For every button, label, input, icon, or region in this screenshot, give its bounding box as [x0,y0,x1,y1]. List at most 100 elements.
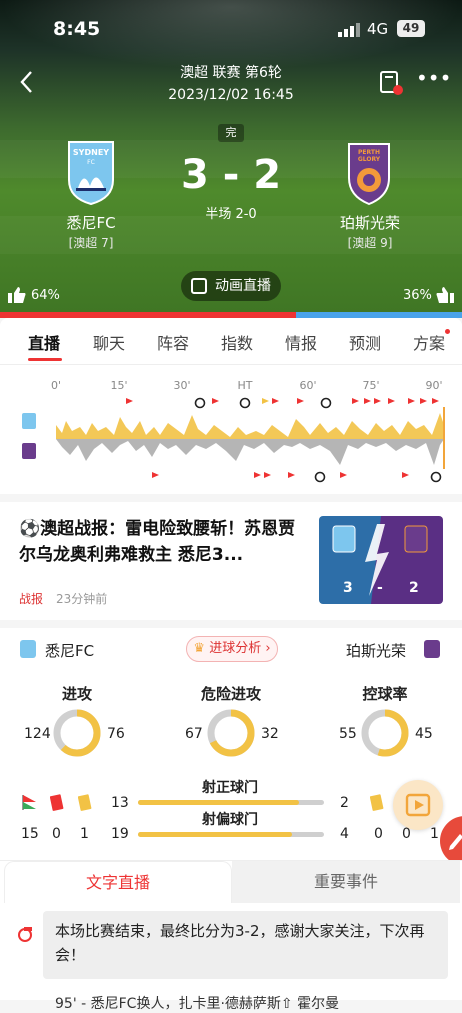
shots-on-bar-home [138,800,300,805]
home-team-rank: [澳超 7] [68,236,114,250]
tab-odds[interactable]: 指数 [221,330,253,354]
svg-text:PERTH: PERTH [358,149,380,156]
event-flag-icon[interactable] [340,472,347,478]
away-pressure-area [56,439,444,465]
event-flag-icon[interactable] [297,398,304,404]
play-video-icon [405,793,431,817]
yellow-card-away-icon [370,794,384,811]
ring-away-attack: 76 [107,726,125,742]
home-team-name[interactable]: 悉尼FC [31,212,151,233]
away-mini-crest-icon [22,443,36,459]
more-icon[interactable]: ••• [416,68,451,92]
timeline-tick-label: 30' [173,379,190,392]
svg-text:GLORY: GLORY [358,156,381,163]
goal-ball-icon[interactable] [314,471,326,483]
event-flag-icon[interactable] [402,472,409,478]
tab-prediction[interactable]: 预测 [349,330,381,354]
thumbs-up-icon[interactable] [7,286,27,304]
timeline-tick-label: 75' [362,379,379,392]
event-flag-icon[interactable] [364,398,371,404]
ring-away-possession: 45 [415,726,433,742]
event-flag-icon[interactable] [126,398,133,404]
tab-plans[interactable]: 方案 [413,330,445,354]
home-red-count: 0 [52,826,61,842]
goal-ball-icon[interactable] [430,471,442,483]
tab-bar: 直播 聊天 阵容 指数 情报 预测 方案 [0,318,462,364]
away-team-rank: [澳超 9] [347,236,393,250]
event-flag-icon[interactable] [152,472,159,478]
event-flag-icon[interactable] [288,472,295,478]
event-flag-icon[interactable] [388,398,395,404]
news-title[interactable]: ⚽澳超战报：雷电险致腰斩！苏恩贾尔乌龙奥利弗难救主 悉尼3... [19,516,309,568]
event-flag-icon[interactable] [272,398,279,404]
event-flag-icon[interactable] [352,398,359,404]
goal-ball-icon[interactable] [194,397,206,409]
tab-live[interactable]: 直播 [28,330,60,354]
tab-intel[interactable]: 情报 [285,330,317,354]
match-header: 8:45 4G 49 澳超 联赛 第6轮 2023/12/02 16:45 ••… [0,0,462,318]
status-time: 8:45 [53,18,101,40]
event-flag-icon[interactable] [374,398,381,404]
live-animation-button[interactable]: 动画直播 [181,271,281,301]
event-flag-icon[interactable] [420,398,427,404]
commentary-final-message: 本场比赛结束，最终比分为3-2，感谢大家关注，下次再会！ [43,911,448,979]
status-bar: 8:45 4G 49 [0,14,462,44]
match-score: 3 - 2 [180,152,282,198]
timeline-ticks: 0' 15' 30' HT 60' 75' 90' [51,379,443,392]
goal-ball-icon[interactable] [320,397,332,409]
ring-home-danger: 67 [185,726,203,742]
shots-off-away: 4 [340,826,349,842]
shots-off-bar-home [138,832,292,837]
tab-lineup[interactable]: 阵容 [157,330,189,354]
tab-chat[interactable]: 聊天 [93,330,125,354]
yellow-card-event-icon[interactable] [262,398,269,404]
timeline-tick-label: 0' [51,379,61,392]
video-highlight-button[interactable] [393,780,443,830]
stats-home-name: 悉尼FC [45,642,95,660]
shots-on-away: 2 [340,795,349,811]
match-timeline[interactable]: 0' 15' 30' HT 60' 75' 90' [0,364,462,494]
goal-ball-icon[interactable] [239,397,251,409]
event-flag-icon[interactable] [432,398,439,404]
tab-key-events[interactable]: 重要事件 [232,861,460,903]
edit-icon [449,834,462,850]
network-type: 4G [367,20,389,38]
goal-analysis-label: 进球分析 [209,641,262,656]
event-flag-icon[interactable] [408,398,415,404]
news-thumb-away-score: 2 [409,580,419,596]
home-corners-count: 15 [21,826,39,842]
home-mini-crest-icon [22,413,36,429]
event-flag-icon[interactable] [212,398,219,404]
ring-danger [207,709,255,757]
thumbs-up-away-icon[interactable] [435,286,455,304]
away-yellow-count: 0 [374,826,383,842]
timeline-tick-label: HT [238,379,253,392]
shots-on-home: 13 [111,795,129,811]
battery-icon: 49 [397,20,425,37]
shots-off-label: 射偏球门 [202,812,258,828]
away-team-name[interactable]: 珀斯光荣 [310,212,430,233]
event-flag-icon[interactable] [264,472,271,478]
stats-away-name: 珀斯光荣 [346,642,407,660]
yellow-card-icon [78,794,92,811]
svg-text:FC: FC [87,159,95,166]
away-stats-crest-icon [424,640,440,658]
svg-text:SYDNEY: SYDNEY [73,148,109,157]
home-support-percent: 64% [31,288,60,303]
goal-analysis-button[interactable]: ♛ 进球分析 › [186,636,278,662]
home-pressure-area [56,413,444,439]
perth-glory-crest-icon[interactable]: PERTH GLORY [344,140,394,206]
match-status-badge: 完 [218,124,244,142]
timeline-chart: 0' 15' 30' HT 60' 75' 90' [22,379,445,483]
active-tab-indicator [28,358,62,361]
sydney-fc-crest-icon[interactable]: SYDNEY FC [66,140,116,206]
side-chat-button[interactable] [440,816,462,866]
news-thumbnail[interactable]: 3 - 2 [319,516,443,604]
event-flag-icon[interactable] [254,472,261,478]
text-live-section: 重要事件 文字直播 本场比赛结束，最终比分为3-2，感谢大家关注，下次再会！ 9… [0,860,462,1012]
timeline-tick-label: 90' [425,379,442,392]
screen-cast-icon[interactable] [378,70,404,96]
news-card[interactable]: ⚽澳超战报：雷电险致腰斩！苏恩贾尔乌龙奥利弗难救主 悉尼3... 战报 23分钟… [0,502,462,620]
half-time-score: 半场 2-0 [205,207,257,222]
tab-text-live[interactable]: 文字直播 [4,861,232,903]
